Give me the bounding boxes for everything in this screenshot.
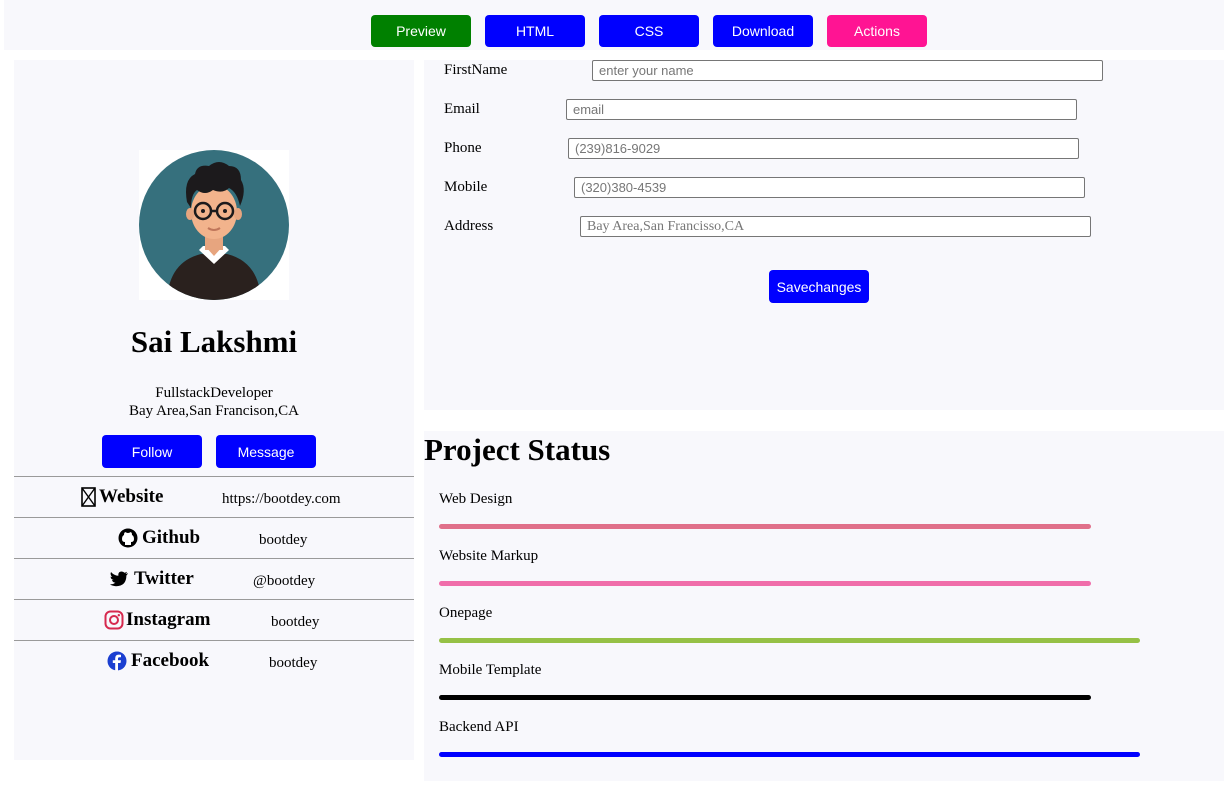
save-changes-button[interactable]: Savechanges bbox=[769, 270, 869, 303]
project-label: Website Markup bbox=[439, 548, 539, 564]
social-value[interactable]: https://bootdey.com bbox=[222, 489, 341, 509]
social-row-github[interactable]: Github bootdey bbox=[14, 517, 414, 558]
profile-role: FullstackDeveloper bbox=[155, 385, 273, 401]
project-status-title: Project Status bbox=[424, 432, 611, 467]
project-label: Backend API bbox=[439, 719, 519, 735]
address-field[interactable] bbox=[580, 216, 1091, 237]
progress-bar bbox=[439, 581, 1091, 586]
social-row-instagram[interactable]: Instagram bootdey bbox=[14, 599, 414, 640]
actions-button[interactable]: Actions bbox=[827, 15, 927, 47]
top-toolbar: Preview HTML CSS Download Actions bbox=[4, 0, 1224, 50]
mobile-field[interactable] bbox=[574, 177, 1085, 198]
social-label: Twitter bbox=[134, 568, 194, 589]
github-icon bbox=[118, 528, 138, 548]
profile-name: Sai Lakshmi bbox=[130, 324, 298, 359]
html-button[interactable]: HTML bbox=[485, 15, 585, 47]
social-value[interactable]: bootdey bbox=[269, 653, 317, 673]
progress-bar bbox=[439, 638, 1140, 643]
globe-icon bbox=[81, 487, 96, 507]
address-label: Address bbox=[444, 218, 494, 234]
project-label: Web Design bbox=[439, 491, 513, 507]
progress-bar bbox=[439, 524, 1091, 529]
phone-field[interactable] bbox=[568, 138, 1079, 159]
profile-form: FirstName Email Phone Mobile Address Sav… bbox=[424, 60, 1224, 410]
social-row-facebook[interactable]: Facebook bootdey bbox=[14, 640, 414, 681]
message-button[interactable]: Message bbox=[216, 435, 316, 468]
social-row-twitter[interactable]: Twitter @bootdey bbox=[14, 558, 414, 599]
email-field[interactable] bbox=[566, 99, 1077, 120]
social-value[interactable]: bootdey bbox=[271, 612, 319, 632]
project-label: Onepage bbox=[439, 605, 493, 621]
avatar bbox=[139, 150, 289, 300]
follow-button[interactable]: Follow bbox=[102, 435, 202, 468]
social-value[interactable]: bootdey bbox=[259, 530, 307, 550]
profile-location: Bay Area,San Francison,CA bbox=[129, 403, 299, 419]
social-row-website[interactable]: Website https://bootdey.com bbox=[14, 476, 414, 517]
firstname-field[interactable] bbox=[592, 60, 1103, 81]
social-label: Website bbox=[99, 486, 164, 507]
facebook-icon bbox=[107, 651, 127, 671]
profile-card: Sai Lakshmi FullstackDeveloper Bay Area,… bbox=[14, 60, 414, 760]
progress-bar bbox=[439, 752, 1140, 757]
instagram-icon bbox=[104, 610, 124, 630]
firstname-label: FirstName bbox=[444, 62, 508, 78]
css-button[interactable]: CSS bbox=[599, 15, 699, 47]
social-label: Facebook bbox=[131, 650, 210, 671]
project-label: Mobile Template bbox=[439, 662, 542, 678]
social-label: Instagram bbox=[126, 609, 211, 630]
social-label: Github bbox=[142, 527, 201, 548]
avatar-illustration bbox=[139, 150, 289, 300]
preview-button[interactable]: Preview bbox=[371, 15, 471, 47]
social-links: Website https://bootdey.com Github bootd… bbox=[14, 476, 414, 681]
mobile-label: Mobile bbox=[444, 179, 488, 195]
social-value[interactable]: @bootdey bbox=[253, 571, 315, 591]
download-button[interactable]: Download bbox=[713, 15, 813, 47]
email-label: Email bbox=[444, 101, 480, 117]
phone-label: Phone bbox=[444, 140, 482, 156]
twitter-icon bbox=[109, 571, 128, 587]
project-status-card: Project Status Web Design Website Markup… bbox=[424, 431, 1224, 781]
progress-bar bbox=[439, 695, 1091, 700]
